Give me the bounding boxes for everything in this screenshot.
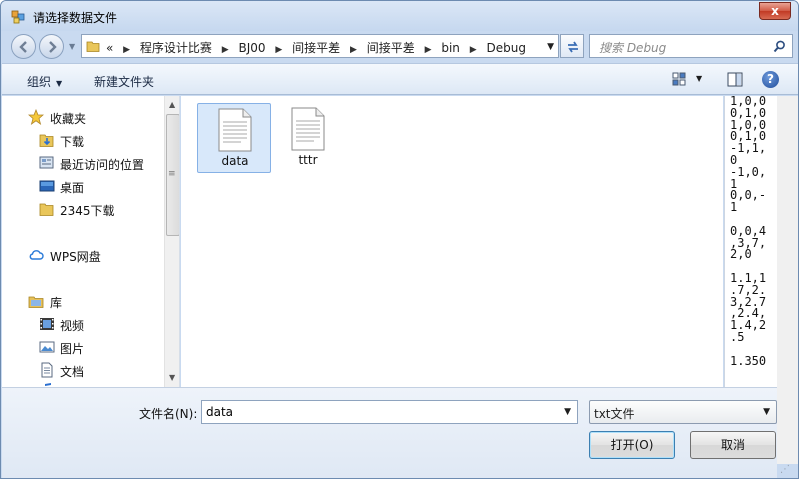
- chevron-down-icon: ▼: [56, 79, 63, 88]
- forward-button[interactable]: [39, 34, 64, 59]
- window-title: 请选择数据文件: [33, 11, 118, 25]
- library-icon: [28, 296, 44, 308]
- forward-arrow-icon: [49, 41, 57, 53]
- file-name: data: [221, 154, 249, 168]
- file-list[interactable]: data tttr: [181, 96, 723, 387]
- app-icon: [11, 10, 25, 24]
- preview-pane: 1,0,0 0,1,0 1,0,0 0,1,0 -1,1, 0 -1,0, 1 …: [724, 96, 777, 387]
- documents-icon: [41, 362, 53, 378]
- desktop-icon: [39, 180, 55, 192]
- breadcrumb: « ▶ 程序设计比赛 ▶ BJ00 ▶ 间接平差 ▶ 间接平差 ▶ bin ▶ …: [106, 39, 526, 56]
- dialog-edge: [777, 96, 798, 464]
- scroll-grip-icon: ≡: [168, 169, 176, 179]
- refresh-button[interactable]: [560, 34, 584, 58]
- text-file-icon: [218, 108, 252, 152]
- open-button[interactable]: 打开(O): [589, 431, 675, 459]
- close-icon: x: [771, 4, 779, 18]
- filename-combobox[interactable]: ▼: [201, 400, 578, 424]
- nav-scrollbar[interactable]: ▲ ≡ ▼: [164, 96, 179, 387]
- breadcrumb-item[interactable]: 间接平差: [367, 39, 415, 56]
- folder-icon: [39, 203, 54, 216]
- filetype-select[interactable]: txt文件 ▼: [589, 400, 777, 424]
- organize-menu[interactable]: 组织 ▼: [27, 73, 62, 90]
- nav-label: 2345下载: [60, 204, 115, 218]
- breadcrumb-item[interactable]: BJ00: [239, 41, 266, 55]
- scroll-down-icon[interactable]: ▼: [169, 373, 175, 382]
- breadcrumb-item[interactable]: bin: [441, 41, 460, 55]
- search-icon[interactable]: [773, 40, 786, 53]
- file-item[interactable]: data: [197, 103, 271, 173]
- change-view-icon[interactable]: [672, 72, 688, 86]
- preview-text: 1,0,0 0,1,0 1,0,0 0,1,0 -1,1, 0 -1,0, 1 …: [730, 96, 767, 368]
- file-name: tttr: [298, 153, 318, 167]
- downloads-folder-icon: [39, 134, 54, 147]
- nav-label: 收藏夹: [50, 112, 87, 126]
- back-button[interactable]: [11, 34, 36, 59]
- cancel-button[interactable]: 取消: [690, 431, 776, 459]
- view-options-chevron-icon[interactable]: ▼: [696, 74, 702, 83]
- help-icon[interactable]: ?: [762, 71, 779, 88]
- chevron-right-icon[interactable]: ▶: [123, 45, 130, 55]
- search-input[interactable]: 搜索 Debug: [599, 39, 666, 56]
- file-item[interactable]: tttr: [271, 103, 345, 173]
- address-bar[interactable]: « ▶ 程序设计比赛 ▶ BJ00 ▶ 间接平差 ▶ 间接平差 ▶ bin ▶ …: [81, 34, 559, 58]
- address-row: ▼ « ▶ 程序设计比赛 ▶ BJ00 ▶ 间接平差 ▶ 间接平差 ▶ bin …: [1, 31, 798, 61]
- filename-input[interactable]: [206, 404, 546, 420]
- video-icon: [40, 318, 54, 330]
- cloud-icon: [29, 250, 44, 260]
- address-dropdown-icon[interactable]: ▼: [547, 42, 554, 52]
- pictures-icon: [39, 341, 55, 353]
- recent-pages-chevron-icon[interactable]: ▼: [69, 42, 75, 51]
- breadcrumb-item[interactable]: Debug: [486, 41, 525, 55]
- preview-pane-icon[interactable]: [727, 72, 743, 87]
- navigation-pane: 收藏夹 下载 最近访问的位置 桌面 2345下载 WPS网盘 库 视频 图片 文…: [2, 96, 180, 387]
- chevron-right-icon[interactable]: ▶: [425, 45, 432, 55]
- breadcrumb-item[interactable]: 程序设计比赛: [140, 39, 212, 56]
- title-bar: 请选择数据文件 x: [1, 1, 798, 31]
- filename-panel: 文件名(N): ▼ txt文件 ▼ 打开(O) 取消: [2, 387, 777, 478]
- nav-label: 桌面: [60, 181, 85, 195]
- chevron-down-icon[interactable]: ▼: [564, 407, 571, 417]
- nav-label: 图片: [60, 342, 85, 356]
- back-arrow-icon: [19, 41, 27, 53]
- new-folder-button[interactable]: 新建文件夹: [94, 73, 154, 90]
- star-icon: [28, 109, 44, 125]
- command-toolbar: 组织 ▼ 新建文件夹 ▼ ?: [2, 63, 798, 95]
- resize-grip-icon[interactable]: ⋰: [780, 464, 790, 475]
- nav-label: 库: [50, 296, 63, 310]
- nav-label: WPS网盘: [50, 250, 101, 264]
- chevron-down-icon[interactable]: ▼: [763, 407, 770, 417]
- chevron-right-icon[interactable]: ▶: [275, 45, 282, 55]
- scroll-up-icon[interactable]: ▲: [169, 100, 175, 109]
- filename-label: 文件名(N):: [139, 407, 198, 421]
- refresh-icon: [568, 41, 578, 53]
- nav-label: 视频: [60, 319, 85, 333]
- file-open-dialog: 请选择数据文件 x ▼ « ▶ 程序设计比赛 ▶ BJ00 ▶ 间接平差 ▶ 间…: [0, 0, 799, 479]
- close-button[interactable]: x: [759, 2, 791, 20]
- search-box[interactable]: 搜索 Debug: [589, 34, 793, 58]
- nav-label: 下载: [60, 135, 85, 149]
- breadcrumb-item[interactable]: 间接平差: [292, 39, 340, 56]
- nav-label: 文档: [60, 365, 85, 379]
- folder-icon: [86, 41, 100, 52]
- text-file-icon: [291, 107, 325, 151]
- filetype-value: txt文件: [594, 407, 635, 421]
- chevron-right-icon[interactable]: ▶: [222, 45, 229, 55]
- breadcrumb-overflow[interactable]: «: [106, 41, 113, 55]
- chevron-right-icon[interactable]: ▶: [350, 45, 357, 55]
- recent-places-icon: [39, 156, 54, 169]
- chevron-right-icon[interactable]: ▶: [470, 45, 477, 55]
- nav-label: 最近访问的位置: [60, 158, 145, 172]
